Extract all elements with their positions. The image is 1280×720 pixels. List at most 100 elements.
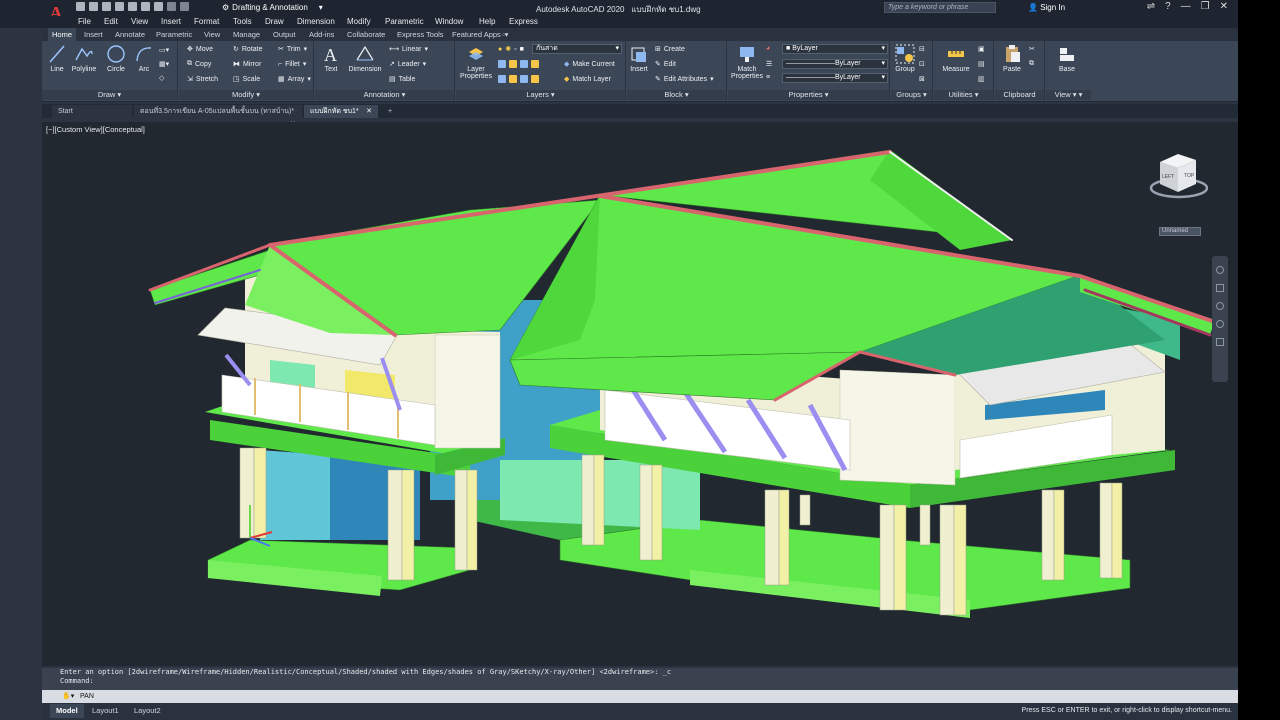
circle-tool[interactable]: Circle (103, 44, 129, 73)
line-tool[interactable]: Line (47, 44, 67, 73)
minimize-icon[interactable]: — (1181, 1, 1191, 12)
tab-collaborate[interactable]: Collaborate (343, 28, 389, 41)
text-tool[interactable]: A Text (319, 44, 343, 73)
viewport-controls-label[interactable]: [−][Custom View][Conceptual] (46, 125, 145, 134)
polyline-tool[interactable]: Polyline (69, 44, 99, 73)
open-icon[interactable] (89, 2, 98, 11)
plot-icon[interactable] (154, 2, 163, 11)
workspace-switcher[interactable]: ⚙ Drafting & Annotation ▾ (222, 1, 342, 14)
groups-panel-title[interactable]: Groups ▾ (891, 90, 932, 100)
menu-view[interactable]: View (131, 16, 148, 27)
utilities-panel-title[interactable]: Utilities ▾ (934, 90, 993, 100)
redo-icon[interactable] (180, 2, 189, 11)
tab-featured-apps[interactable]: Featured Apps (448, 28, 505, 41)
annotation-panel-title[interactable]: Annotation ▾ (315, 90, 454, 100)
properties-panel-title[interactable]: Properties ▾ (728, 90, 889, 100)
tab-insert[interactable]: Insert (80, 28, 107, 41)
region-icon[interactable]: ◇ (159, 74, 164, 82)
linetype-dropdown[interactable]: ———————— ByLayer ▾ (782, 59, 888, 69)
house-model-3d[interactable] (42, 122, 1238, 666)
leader-tool[interactable]: ↗ Leader ▾ (389, 60, 426, 69)
tab-annotate[interactable]: Annotate (111, 28, 149, 41)
menu-tools[interactable]: Tools (233, 16, 252, 27)
calculator-icon[interactable]: ▤ (978, 60, 985, 68)
undo-icon[interactable] (167, 2, 176, 11)
paste-tool[interactable]: Paste (997, 44, 1027, 73)
edit-attributes-button[interactable]: ✎ Edit Attributes ▾ (655, 75, 714, 84)
rectangle-icon[interactable]: ▭▾ (159, 46, 169, 54)
search-input[interactable]: Type a keyword or phrase (884, 2, 996, 13)
menu-format[interactable]: Format (194, 16, 219, 27)
mirror-tool[interactable]: ⧓ Mirror (233, 60, 261, 69)
copy-tool[interactable]: ⧉ Copy (187, 60, 211, 68)
menu-modify[interactable]: Modify (347, 16, 371, 27)
menu-parametric[interactable]: Parametric (385, 16, 424, 27)
full-navigation-wheel-icon[interactable] (1216, 266, 1224, 274)
make-current-button[interactable]: ◆ Make Current (564, 60, 615, 69)
tab-home[interactable]: Home (48, 28, 77, 41)
named-view-dropdown[interactable]: Unnamed (1159, 227, 1201, 236)
help-icon[interactable]: ? (1165, 1, 1171, 12)
tab-parametric[interactable]: Parametric (152, 28, 196, 41)
layer-dropdown[interactable]: กันสาด ▾ (532, 44, 622, 54)
zoom-icon[interactable] (1216, 302, 1224, 310)
layer-properties-tool[interactable]: Layer Properties (458, 44, 494, 80)
layer-tools-row-1[interactable] (498, 60, 539, 68)
cut-icon[interactable]: ✂ (1029, 45, 1035, 53)
save-as-icon[interactable] (115, 2, 124, 11)
menu-express[interactable]: Express (509, 16, 538, 27)
arc-tool[interactable]: Arc (132, 44, 156, 73)
color-dropdown[interactable]: ■ ByLayer ▾ (782, 44, 888, 54)
copy-clip-icon[interactable]: ⧉ (1029, 60, 1034, 68)
layer-state-icons[interactable]: ● ✺ ▫ ■ (498, 45, 524, 54)
insert-block-tool[interactable]: Insert (627, 44, 651, 73)
drawing-viewport[interactable] (42, 122, 1238, 666)
match-layer-button[interactable]: ◆ Match Layer (564, 75, 611, 84)
fillet-tool[interactable]: ⌐ Fillet ▾ (278, 60, 306, 69)
web-save-icon[interactable] (141, 2, 150, 11)
lineweight-dropdown[interactable]: ———————— ByLayer ▾ (782, 73, 888, 83)
group-edit-icon[interactable]: ⊡ (919, 60, 925, 68)
tab-view[interactable]: View (200, 28, 224, 41)
group-tool[interactable]: Group (893, 44, 917, 73)
tab-drawing-current[interactable]: แบบฝึกหัด ชบ1* ✕ (304, 105, 378, 118)
hatch-icon[interactable]: ▦▾ (159, 60, 169, 68)
viewcube[interactable]: LEFT TOP (1148, 150, 1208, 202)
edit-block-button[interactable]: ✎ Edit (655, 60, 676, 69)
tab-output[interactable]: Output (269, 28, 300, 41)
trim-tool[interactable]: ✂ Trim ▾ (278, 45, 307, 54)
command-input[interactable]: ✋▾ PAN (42, 690, 1238, 703)
new-icon[interactable] (76, 2, 85, 11)
match-properties-tool[interactable]: Match Properties (730, 44, 764, 80)
linear-dim-tool[interactable]: ⟷ Linear ▾ (389, 45, 428, 54)
draw-panel-title[interactable]: Draw ▾ (42, 90, 177, 100)
block-panel-title[interactable]: Block ▾ (627, 90, 726, 100)
menu-file[interactable]: File (78, 16, 91, 27)
ungroup-icon[interactable]: ⊟ (919, 45, 925, 53)
tab-add-ins[interactable]: Add-ins (305, 28, 338, 41)
layers-panel-title[interactable]: Layers ▾ (456, 90, 625, 100)
new-tab-icon[interactable]: + (382, 105, 398, 118)
cart-icon[interactable]: ⇌ (1147, 1, 1155, 12)
quick-select-icon[interactable]: ▣ (978, 45, 985, 53)
save-icon[interactable] (102, 2, 111, 11)
menu-draw[interactable]: Draw (265, 16, 284, 27)
tab-layout1[interactable]: Layout1 (86, 704, 125, 718)
view-panel-title[interactable]: View ▾ ▾ (1046, 90, 1091, 100)
menu-edit[interactable]: Edit (104, 16, 118, 27)
table-tool[interactable]: ▤ Table (389, 75, 415, 84)
scale-tool[interactable]: ◳ Scale (233, 75, 260, 84)
close-icon[interactable]: ✕ (1220, 1, 1228, 12)
move-tool[interactable]: ✥ Move (187, 45, 213, 54)
menu-insert[interactable]: Insert (161, 16, 181, 27)
tab-start[interactable]: Start (52, 105, 132, 118)
stretch-tool[interactable]: ⇲ Stretch (187, 75, 218, 84)
id-point-icon[interactable]: ▥ (978, 75, 985, 83)
tab-express-tools[interactable]: Express Tools (393, 28, 448, 41)
web-open-icon[interactable] (128, 2, 137, 11)
tab-manage[interactable]: Manage (229, 28, 264, 41)
tab-layout2[interactable]: Layout2 (128, 704, 167, 718)
modify-panel-title[interactable]: Modify ▾ (179, 90, 313, 100)
dimension-tool[interactable]: Dimension (345, 44, 385, 73)
showmotion-icon[interactable] (1216, 338, 1224, 346)
